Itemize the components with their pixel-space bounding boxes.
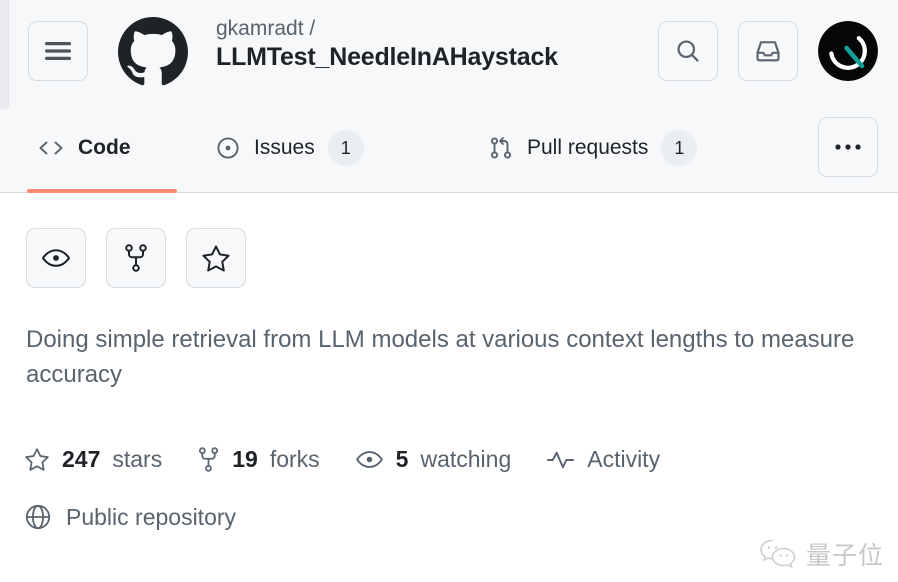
github-logo-icon[interactable] [118,17,188,87]
overflow-menu-button[interactable] [818,117,878,177]
stat-stars-label: stars [112,446,163,472]
inbox-button[interactable] [738,21,798,81]
tab-issues[interactable]: Issues 1 [205,110,374,186]
tab-pull-requests[interactable]: Pull requests 1 [478,110,707,186]
watermark: 量子位 [759,536,884,572]
repo-visibility: Public repository [24,503,236,531]
tab-code[interactable]: Code [27,110,141,186]
search-button[interactable] [658,21,718,81]
stat-watching-value: 5 [395,446,409,472]
star-icon [24,447,50,472]
header-top-row: gkamradt / LLMTest_NeedleInAHaystack [0,0,898,110]
repo-description: Doing simple retrieval from LLM models a… [26,326,855,388]
tab-pull-requests-label: Pull requests [527,136,649,159]
tab-code-label: Code [78,136,131,159]
stat-watching-label: watching [420,446,512,472]
hamburger-menu-button[interactable] [28,21,88,81]
pulse-icon [546,449,575,471]
app-header: gkamradt / LLMTest_NeedleInAHaystack Cod… [0,0,898,193]
repo-body: Doing simple retrieval from LLM models a… [0,193,898,582]
globe-icon [24,503,52,531]
stat-watching[interactable]: 5 watching [355,446,512,473]
star-icon [201,244,231,273]
tab-issues-label: Issues [254,136,315,159]
stat-activity[interactable]: Activity [546,446,660,473]
inbox-icon [754,37,782,65]
fork-button[interactable] [106,228,166,288]
repo-owner-link[interactable]: gkamradt / [216,16,646,42]
git-pull-request-icon [488,135,514,161]
stat-forks-label: forks [269,446,320,472]
repo-action-buttons [26,228,246,288]
stat-activity-label: Activity [587,446,661,472]
repo-nav-tabs: Code Issues 1 Pull requests 1 [0,110,898,193]
page-edge-strip [0,0,9,110]
issue-opened-icon [215,135,241,161]
eye-icon [41,247,71,269]
repo-heading: gkamradt / LLMTest_NeedleInAHaystack [216,16,646,72]
repo-stats-row: 247 stars 19 forks 5 watching Activity [24,446,660,473]
wechat-icon [759,538,797,570]
kebab-horizontal-icon [833,143,863,151]
repo-forked-icon [197,446,220,473]
tab-issues-count: 1 [327,130,364,166]
tab-pull-requests-count: 1 [661,130,698,166]
repo-forked-icon [123,243,149,273]
watch-button[interactable] [26,228,86,288]
watermark-text: 量子位 [805,541,884,570]
repo-visibility-label: Public repository [66,503,237,530]
repo-name-link[interactable]: LLMTest_NeedleInAHaystack [216,42,646,73]
user-avatar[interactable] [818,21,878,81]
eye-icon [355,449,384,470]
search-icon [674,37,702,65]
hamburger-icon [43,40,73,62]
stat-forks[interactable]: 19 forks [197,446,320,473]
stat-stars-value: 247 [62,446,101,472]
code-icon [37,136,65,160]
stat-stars[interactable]: 247 stars [24,446,162,473]
star-button[interactable] [186,228,246,288]
stat-forks-value: 19 [232,446,258,472]
